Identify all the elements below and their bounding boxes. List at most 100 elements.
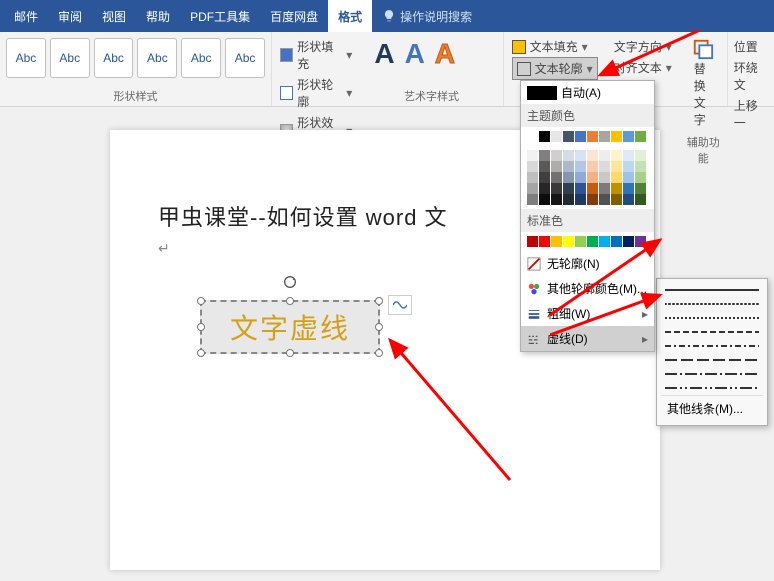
color-swatch[interactable]	[587, 161, 598, 172]
dash-option-square-dot[interactable]	[661, 311, 763, 325]
color-swatch[interactable]	[599, 194, 610, 205]
color-swatch[interactable]	[527, 172, 538, 183]
color-swatch[interactable]	[623, 172, 634, 183]
color-swatch[interactable]	[623, 183, 634, 194]
color-swatch[interactable]	[575, 183, 586, 194]
shape-style-3[interactable]: Abc	[94, 38, 134, 78]
color-swatch[interactable]	[623, 131, 634, 142]
color-swatch[interactable]	[587, 183, 598, 194]
wordart-style-2[interactable]: A	[405, 38, 425, 70]
tab-view[interactable]: 视图	[92, 0, 136, 32]
tab-format[interactable]: 格式	[328, 0, 372, 32]
dash-option-solid[interactable]	[661, 283, 763, 297]
color-swatch[interactable]	[599, 172, 610, 183]
color-swatch[interactable]	[527, 183, 538, 194]
shape-style-4[interactable]: Abc	[137, 38, 177, 78]
color-swatch[interactable]	[527, 131, 538, 142]
color-swatch[interactable]	[551, 194, 562, 205]
color-swatch[interactable]	[635, 172, 646, 183]
color-swatch[interactable]	[599, 183, 610, 194]
color-swatch[interactable]	[539, 172, 550, 183]
resize-handle[interactable]	[286, 349, 294, 357]
shape-style-2[interactable]: Abc	[50, 38, 90, 78]
resize-handle[interactable]	[197, 323, 205, 331]
color-swatch[interactable]	[551, 161, 562, 172]
color-swatch[interactable]	[599, 161, 610, 172]
wrap-text-button[interactable]: 环绕文	[734, 57, 768, 95]
tab-pdf[interactable]: PDF工具集	[180, 0, 260, 32]
color-swatch[interactable]	[575, 236, 586, 247]
tell-me[interactable]: 操作说明搜索	[372, 0, 482, 32]
position-button[interactable]: 位置	[734, 36, 768, 57]
color-swatch[interactable]	[623, 150, 634, 161]
color-swatch[interactable]	[587, 172, 598, 183]
color-swatch[interactable]	[623, 161, 634, 172]
color-swatch[interactable]	[527, 236, 538, 247]
text-direction-button[interactable]: 文字方向 ▾	[614, 36, 672, 57]
color-swatch[interactable]	[575, 131, 586, 142]
color-swatch[interactable]	[587, 150, 598, 161]
color-swatch[interactable]	[551, 131, 562, 142]
color-swatch[interactable]	[551, 172, 562, 183]
resize-handle[interactable]	[197, 349, 205, 357]
color-swatch[interactable]	[527, 161, 538, 172]
shape-style-5[interactable]: Abc	[181, 38, 221, 78]
color-swatch[interactable]	[563, 194, 574, 205]
color-swatch[interactable]	[599, 131, 610, 142]
dash-option-dash[interactable]	[661, 325, 763, 339]
color-swatch[interactable]	[575, 194, 586, 205]
dash-option-long-dash-dot-dot[interactable]	[661, 381, 763, 395]
color-swatch[interactable]	[563, 131, 574, 142]
color-swatch[interactable]	[551, 236, 562, 247]
color-swatch[interactable]	[611, 183, 622, 194]
color-swatch[interactable]	[599, 236, 610, 247]
align-text-button[interactable]: 对齐文本 ▾	[614, 57, 672, 78]
color-swatch[interactable]	[599, 150, 610, 161]
more-colors-item[interactable]: 其他轮廓颜色(M)...	[521, 276, 654, 301]
color-swatch[interactable]	[635, 183, 646, 194]
color-swatch[interactable]	[635, 236, 646, 247]
tab-baidu[interactable]: 百度网盘	[260, 0, 328, 32]
shape-outline-button[interactable]: 形状轮廓 ▾	[280, 74, 352, 112]
resize-handle[interactable]	[197, 297, 205, 305]
color-swatch[interactable]	[539, 161, 550, 172]
resize-handle[interactable]	[375, 323, 383, 331]
textbox-selection[interactable]: 文字虚线	[200, 300, 380, 354]
color-swatch[interactable]	[587, 194, 598, 205]
tab-review[interactable]: 审阅	[48, 0, 92, 32]
shape-style-1[interactable]: Abc	[6, 38, 46, 78]
dash-option-long-dash-dot[interactable]	[661, 367, 763, 381]
text-fill-button[interactable]: 文本填充 ▾	[512, 36, 598, 57]
no-outline-item[interactable]: 无轮廓(N)	[521, 251, 654, 276]
color-swatch[interactable]	[611, 194, 622, 205]
color-swatch[interactable]	[551, 150, 562, 161]
color-swatch[interactable]	[635, 161, 646, 172]
color-swatch[interactable]	[587, 236, 598, 247]
shape-style-6[interactable]: Abc	[225, 38, 265, 78]
resize-handle[interactable]	[375, 349, 383, 357]
auto-color-item[interactable]: 自动(A)	[521, 81, 654, 104]
color-swatch[interactable]	[563, 183, 574, 194]
replace-text-button[interactable]: 替换 文字	[686, 34, 721, 132]
color-swatch[interactable]	[635, 194, 646, 205]
tab-mail[interactable]: 邮件	[4, 0, 48, 32]
color-swatch[interactable]	[563, 161, 574, 172]
color-swatch[interactable]	[563, 150, 574, 161]
wordart-style-3[interactable]: A	[435, 38, 455, 70]
color-swatch[interactable]	[575, 172, 586, 183]
color-swatch[interactable]	[611, 150, 622, 161]
resize-handle[interactable]	[375, 297, 383, 305]
weight-item[interactable]: 粗细(W)▸	[521, 301, 654, 326]
more-lines-item[interactable]: 其他线条(M)...	[661, 395, 763, 421]
tab-help[interactable]: 帮助	[136, 0, 180, 32]
color-swatch[interactable]	[539, 194, 550, 205]
color-swatch[interactable]	[611, 161, 622, 172]
color-swatch[interactable]	[587, 131, 598, 142]
dash-option-round-dot[interactable]	[661, 297, 763, 311]
resize-handle[interactable]	[286, 297, 294, 305]
dashes-item[interactable]: 虚线(D)▸	[521, 326, 654, 351]
color-swatch[interactable]	[611, 172, 622, 183]
color-swatch[interactable]	[563, 236, 574, 247]
wordart-style-1[interactable]: A	[374, 38, 394, 70]
color-swatch[interactable]	[635, 131, 646, 142]
